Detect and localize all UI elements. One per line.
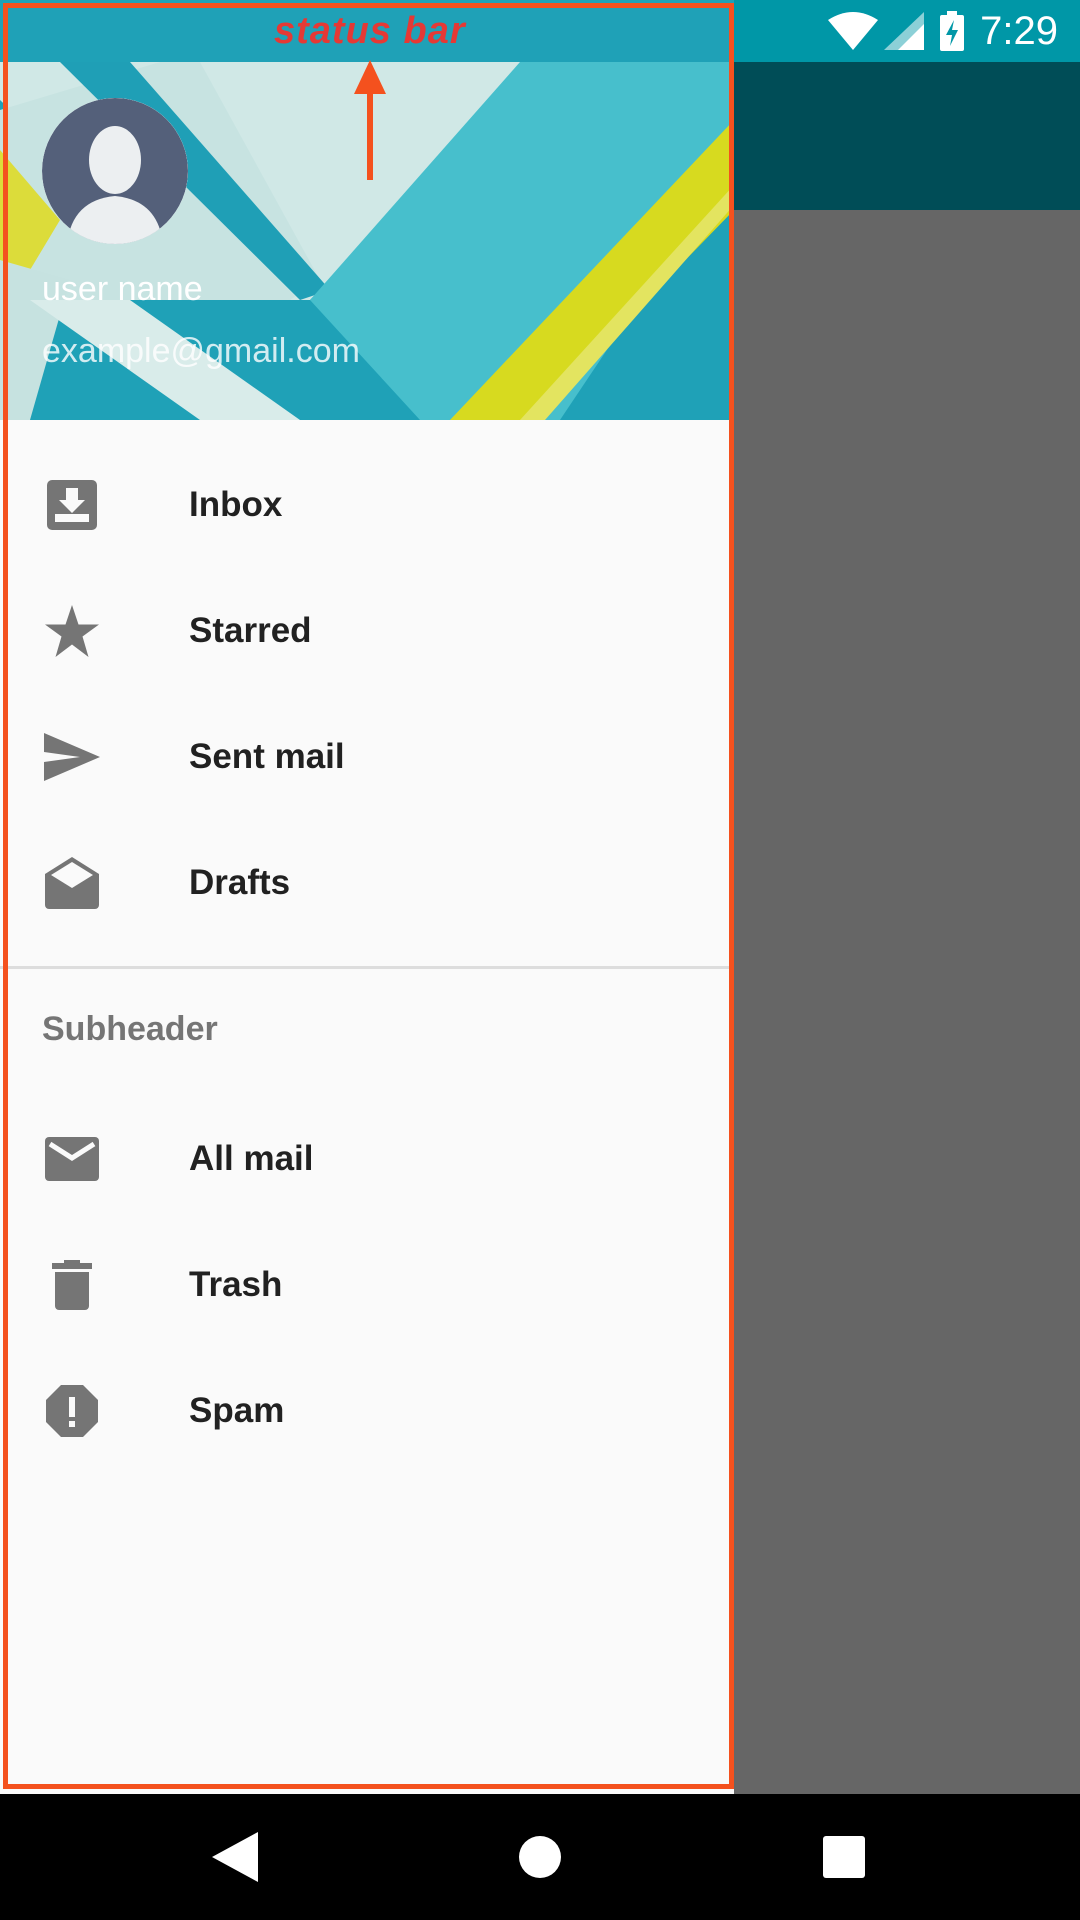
menu-item-all-mail[interactable]: All mail xyxy=(0,1096,734,1222)
home-button[interactable] xyxy=(480,1794,600,1920)
user-name: user name xyxy=(42,270,203,308)
drafts-icon xyxy=(42,853,102,913)
avatar-person-icon xyxy=(42,98,188,244)
spam-icon xyxy=(42,1381,102,1441)
wifi-icon xyxy=(828,12,879,50)
avatar[interactable] xyxy=(42,98,188,244)
menu-item-label: Trash xyxy=(189,1265,283,1304)
star-icon xyxy=(42,601,102,661)
recent-apps-icon xyxy=(823,1836,865,1878)
battery-charging-icon xyxy=(940,11,965,51)
menu-item-spam[interactable]: Spam xyxy=(0,1348,734,1474)
subheader: Subheader xyxy=(42,1010,218,1048)
menu-item-label: Drafts xyxy=(189,863,291,902)
menu-item-trash[interactable]: Trash xyxy=(0,1222,734,1348)
menu-item-label: Spam xyxy=(189,1391,285,1430)
divider xyxy=(0,966,734,969)
navigation-drawer: user name example@gmail.com Inbox Starre… xyxy=(0,0,734,1794)
recent-apps-button[interactable] xyxy=(784,1794,904,1920)
menu-item-starred[interactable]: Starred xyxy=(0,568,734,694)
trash-icon xyxy=(42,1255,102,1315)
mail-icon xyxy=(42,1129,102,1189)
back-button[interactable] xyxy=(175,1794,295,1920)
signal-icon xyxy=(884,12,925,50)
menu-item-label: Starred xyxy=(189,611,312,650)
system-nav-bar xyxy=(0,1794,1080,1920)
menu-item-drafts[interactable]: Drafts xyxy=(0,820,734,946)
send-icon xyxy=(42,727,102,787)
status-time: 7:29 xyxy=(980,8,1058,53)
annotation-arrow-icon xyxy=(354,60,386,180)
menu-item-inbox[interactable]: Inbox xyxy=(0,442,734,568)
inbox-icon xyxy=(42,475,102,535)
menu-item-label: Inbox xyxy=(189,485,283,524)
user-email: example@gmail.com xyxy=(42,332,360,370)
back-icon xyxy=(212,1832,258,1882)
home-icon xyxy=(519,1836,561,1878)
menu-item-sent-mail[interactable]: Sent mail xyxy=(0,694,734,820)
menu-item-label: All mail xyxy=(189,1139,314,1178)
annotation-label: status bar xyxy=(274,10,466,52)
menu-item-label: Sent mail xyxy=(189,737,345,776)
